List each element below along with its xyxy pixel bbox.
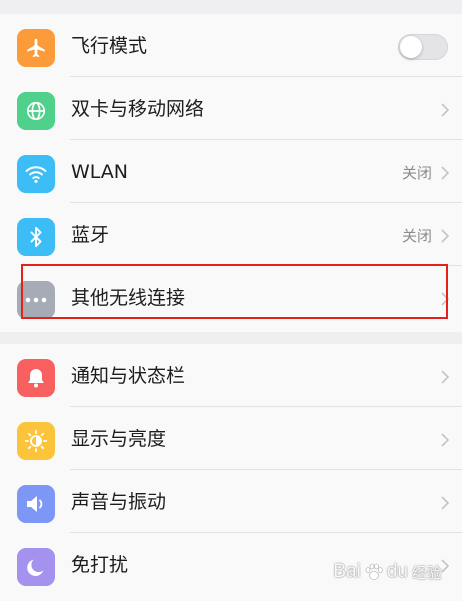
settings-row-airplane-mode[interactable]: 飞行模式 xyxy=(0,14,462,77)
settings-group-connectivity: 飞行模式 双卡与移动网络 WLAN 关闭 蓝牙 关闭 其他无线连接 xyxy=(0,14,462,332)
wifi-icon xyxy=(17,155,55,193)
settings-row-dual-sim-mobile-network[interactable]: 双卡与移动网络 xyxy=(0,77,462,140)
settings-row-wlan[interactable]: WLAN 关闭 xyxy=(0,140,462,203)
bluetooth-status: 关闭 xyxy=(401,227,432,245)
airplane-icon xyxy=(17,29,55,67)
settings-row-do-not-disturb[interactable]: 免打扰 xyxy=(0,533,462,596)
chevron-right-icon xyxy=(441,433,450,447)
settings-row-label: 通知与状态栏 xyxy=(71,365,186,387)
settings-row-label: 飞行模式 xyxy=(71,35,148,57)
settings-row-display-brightness[interactable]: 显示与亮度 xyxy=(0,407,462,470)
moon-icon xyxy=(17,548,55,586)
settings-row-bluetooth[interactable]: 蓝牙 关闭 xyxy=(0,203,462,266)
speaker-icon xyxy=(17,485,55,523)
chevron-right-icon xyxy=(441,292,450,306)
settings-row-label: 免打扰 xyxy=(71,554,129,576)
settings-row-label: 其他无线连接 xyxy=(71,287,186,309)
settings-row-sound-vibration[interactable]: 声音与振动 xyxy=(0,470,462,533)
settings-row-notifications-status-bar[interactable]: 通知与状态栏 xyxy=(0,344,462,407)
chevron-right-icon xyxy=(441,166,450,180)
settings-row-other-wireless[interactable]: 其他无线连接 xyxy=(0,266,462,329)
more-dots-icon xyxy=(17,281,55,319)
chevron-right-icon xyxy=(441,559,450,573)
wlan-status: 关闭 xyxy=(401,164,432,182)
airplane-mode-toggle[interactable] xyxy=(398,34,448,60)
toggle-knob xyxy=(400,36,422,58)
chevron-right-icon xyxy=(441,103,450,117)
settings-row-label: 显示与亮度 xyxy=(71,428,167,450)
settings-row-label: 双卡与移动网络 xyxy=(71,98,205,120)
brightness-icon xyxy=(17,422,55,460)
globe-icon xyxy=(17,92,55,130)
chevron-right-icon xyxy=(441,229,450,243)
settings-group-personalization: 通知与状态栏 显示与亮度 声音与振动 免打扰 xyxy=(0,344,462,601)
chevron-right-icon xyxy=(441,370,450,384)
bell-icon xyxy=(17,359,55,397)
chevron-right-icon xyxy=(441,496,450,510)
settings-row-label: WLAN xyxy=(71,161,129,183)
settings-row-label: 声音与振动 xyxy=(71,491,167,513)
bluetooth-icon xyxy=(17,218,55,256)
settings-row-label: 蓝牙 xyxy=(71,224,110,246)
